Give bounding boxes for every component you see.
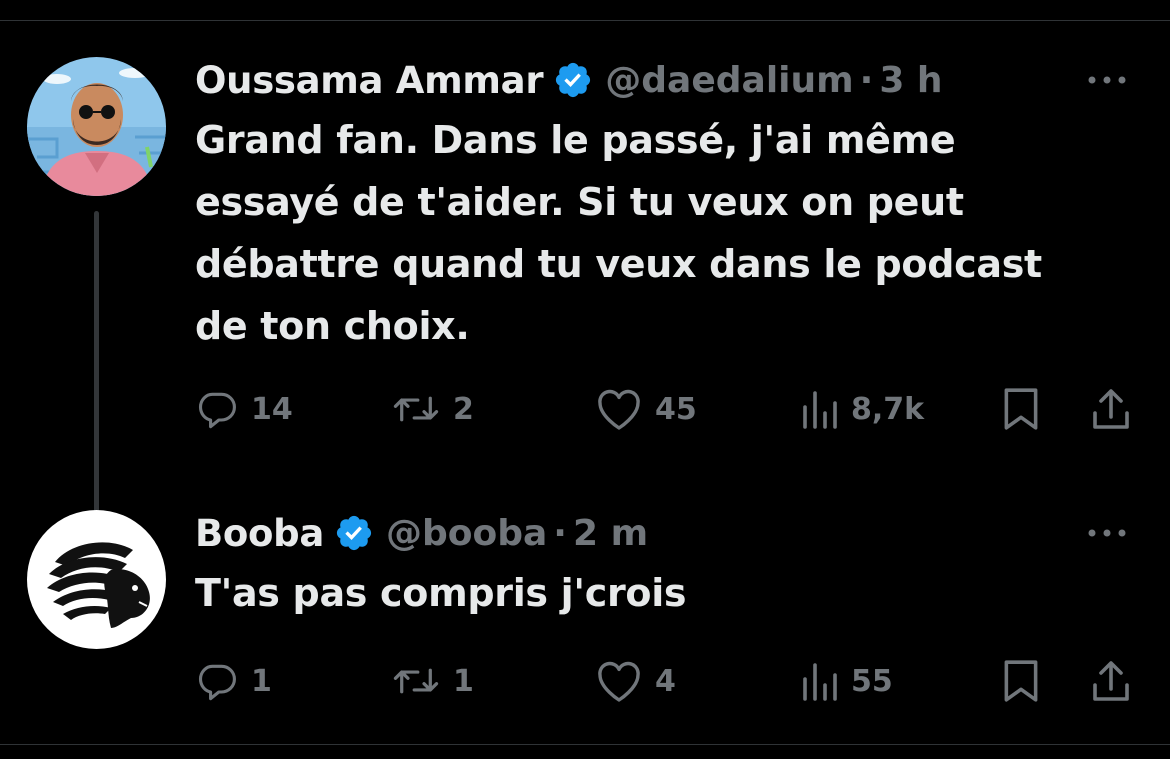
like-button[interactable]: 45 (595, 384, 697, 434)
tweet-text-line: T'as pas compris j'crois (195, 571, 687, 615)
share-icon (1093, 389, 1129, 429)
repost-count: 2 (453, 391, 474, 427)
verified-badge-icon (336, 515, 372, 551)
action-bar: 14 2 45 8,7k (195, 384, 1140, 434)
bookmark-icon (1004, 660, 1038, 702)
tweet-oussama[interactable]: Oussama Ammar @daedalium · 3 h Grand fan… (0, 57, 1170, 553)
verified-badge-icon (556, 62, 591, 98)
reply-button[interactable]: 14 (195, 384, 293, 434)
views-button[interactable]: 55 (799, 656, 893, 706)
tweet-text-line: de ton choix. (195, 304, 470, 348)
tweet-content: Booba @booba · 2 m T'as pas compris j'cr… (195, 510, 1140, 702)
separator-dot: · (553, 512, 567, 554)
author-name[interactable]: Oussama Ammar (195, 59, 544, 102)
repost-icon (393, 396, 439, 422)
bookmark-button[interactable] (1000, 384, 1042, 434)
repost-icon (393, 668, 439, 694)
tweet-text: Grand fan. Dans le passé, j'ai même essa… (195, 109, 1115, 357)
tweet-text-line: Grand fan. Dans le passé, j'ai même (195, 118, 956, 162)
repost-button[interactable]: 1 (391, 656, 474, 706)
thread-line (94, 211, 99, 553)
views-button[interactable]: 8,7k (799, 384, 924, 434)
reply-count: 14 (251, 391, 293, 427)
tweet-booba[interactable]: Booba @booba · 2 m T'as pas compris j'cr… (0, 510, 1170, 725)
share-icon (1093, 661, 1129, 701)
timestamp[interactable]: 3 h (879, 60, 942, 101)
reply-icon (198, 664, 236, 701)
avatar[interactable] (27, 510, 166, 649)
timestamp[interactable]: 2 m (573, 513, 648, 554)
views-chart-icon (803, 663, 837, 701)
like-count: 45 (655, 391, 697, 427)
like-button[interactable]: 4 (595, 656, 676, 706)
views-chart-icon (803, 391, 837, 429)
tweet-header: Oussama Ammar @daedalium · 3 h (195, 57, 1140, 103)
repost-button[interactable]: 2 (391, 384, 474, 434)
bookmark-button[interactable] (1000, 656, 1042, 706)
reply-count: 1 (251, 663, 272, 699)
tweet-header: Booba @booba · 2 m (195, 510, 1140, 556)
separator-dot: · (859, 59, 874, 101)
share-button[interactable] (1089, 384, 1133, 434)
reply-icon (198, 392, 236, 429)
views-count: 8,7k (851, 391, 925, 427)
share-button[interactable] (1089, 656, 1133, 706)
action-bar: 1 1 4 55 (195, 656, 1140, 706)
heart-icon (598, 389, 640, 430)
author-name[interactable]: Booba (195, 512, 324, 555)
bookmark-icon (1004, 388, 1038, 430)
heart-icon (598, 661, 640, 702)
top-divider (0, 20, 1170, 21)
author-handle[interactable]: @daedalium (605, 60, 853, 101)
tweet-text-line: essayé de t'aider. Si tu veux on peut (195, 180, 964, 224)
reply-button[interactable]: 1 (195, 656, 272, 706)
author-handle[interactable]: @booba (386, 513, 547, 554)
like-count: 4 (655, 663, 676, 699)
tweet-content: Oussama Ammar @daedalium · 3 h Grand fan… (195, 57, 1140, 430)
repost-count: 1 (453, 663, 474, 699)
tweet-text: T'as pas compris j'crois (195, 562, 1115, 624)
views-count: 55 (851, 663, 893, 699)
more-horizontal-icon[interactable] (1082, 510, 1132, 556)
avatar[interactable] (27, 57, 166, 196)
tweet-text-line: débattre quand tu veux dans le podcast (195, 242, 1042, 286)
bottom-divider (0, 744, 1170, 745)
more-horizontal-icon[interactable] (1082, 57, 1132, 103)
